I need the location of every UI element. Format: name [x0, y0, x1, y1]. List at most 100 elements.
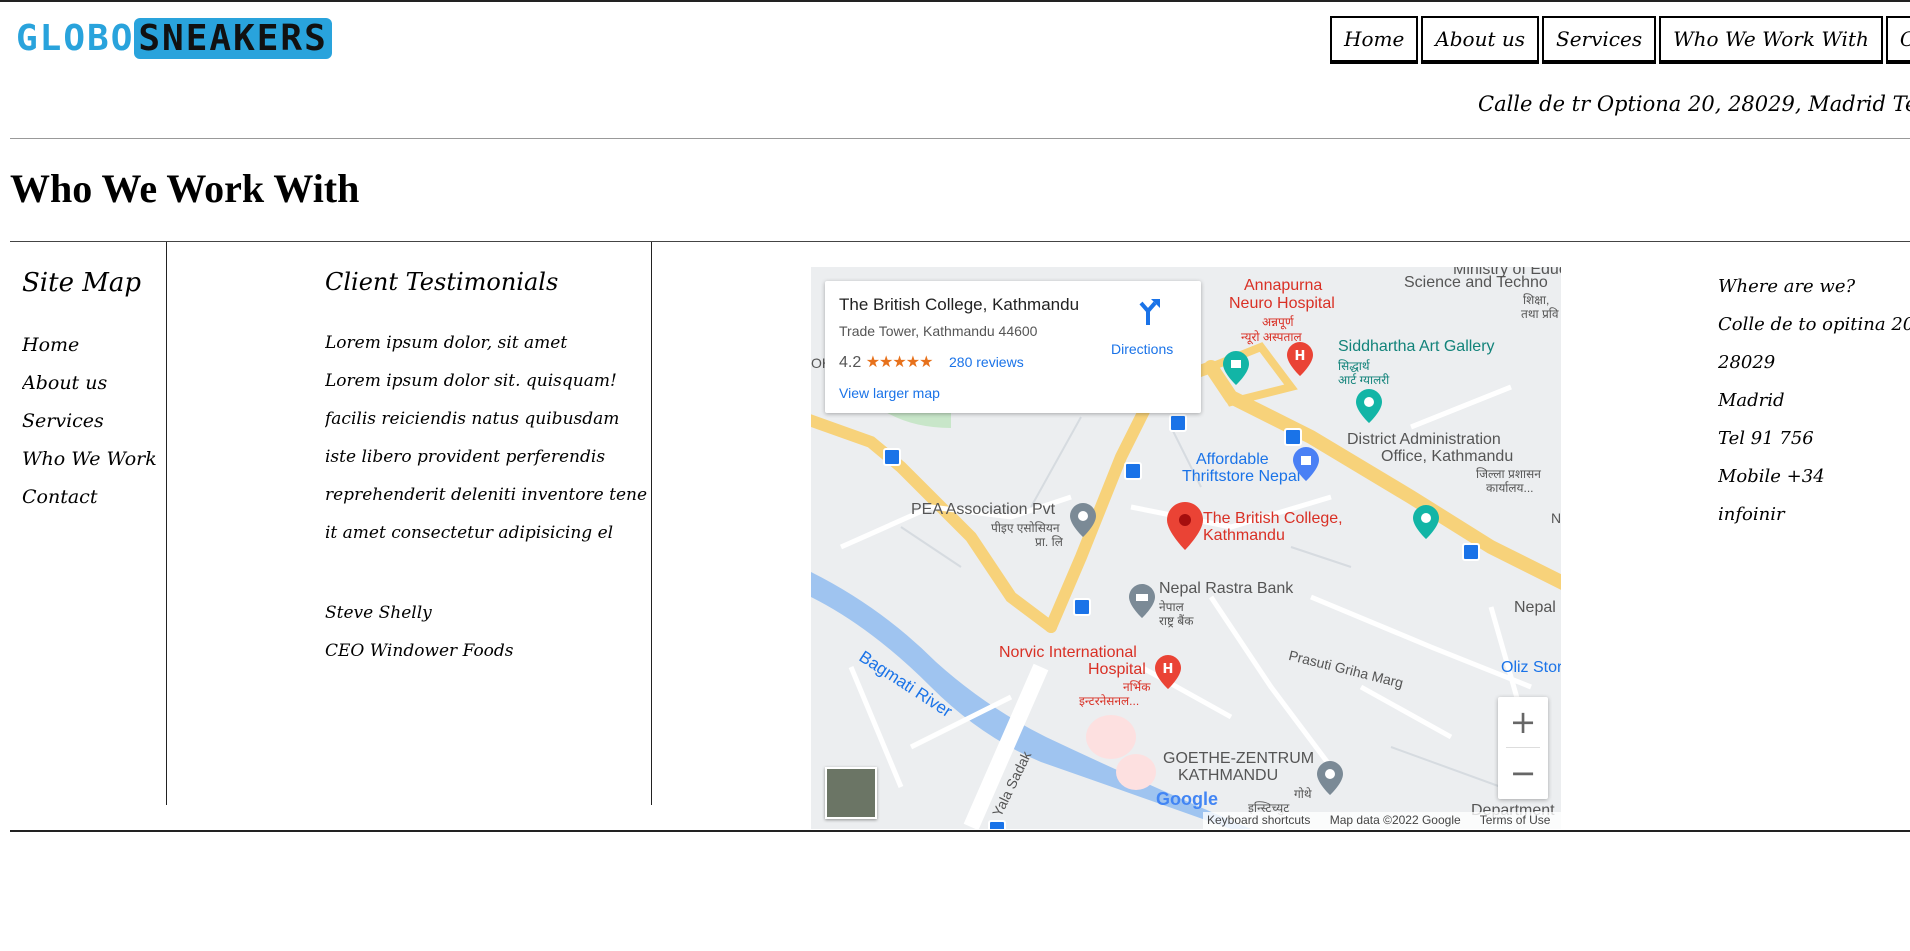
place-address: Trade Tower, Kathmandu 44600	[839, 323, 1038, 339]
map-label-district2: Office, Kathmandu	[1381, 448, 1514, 465]
testimonial-line: iste libero provident perferendis	[325, 447, 606, 467]
nav-about-us[interactable]: About us	[1421, 16, 1540, 64]
zoom-in-button[interactable]: +	[1498, 697, 1548, 747]
footer-divider	[10, 830, 1910, 832]
reviews-link[interactable]: 280 reviews	[949, 354, 1024, 370]
nav-home[interactable]: Home	[1330, 16, 1419, 64]
map-data-text: Map data ©2022 Google	[1329, 813, 1461, 827]
map-label-nrb: Nepal Rastra Bank	[1159, 580, 1294, 597]
main-nav: Home About us Services Who We Work With …	[1327, 16, 1910, 64]
map-label-norvic1: Norvic International	[999, 644, 1137, 661]
top-border	[0, 0, 1910, 2]
zoom-out-button[interactable]: −	[1498, 748, 1548, 798]
bus-stop-icon[interactable]	[1462, 543, 1480, 561]
bank-marker-icon[interactable]	[1129, 584, 1155, 618]
map-label-siddhartha: Siddhartha Art Gallery	[1338, 338, 1495, 355]
place-marker-icon[interactable]	[1070, 503, 1096, 537]
map-label-n: N	[1551, 510, 1561, 526]
svg-text:H: H	[1163, 662, 1174, 677]
directions-link[interactable]: Directions	[1111, 341, 1173, 357]
bus-stop-icon[interactable]	[1284, 428, 1302, 446]
map-zoom-control: + −	[1498, 697, 1548, 799]
site-map-link-home[interactable]: Home	[22, 326, 162, 364]
logo-part-sneakers: SNEAKERS	[134, 17, 332, 59]
site-map-link-services[interactable]: Services	[22, 402, 162, 440]
directions-icon[interactable]	[1133, 297, 1163, 327]
place-rating: 4.2 ★★★★★	[839, 352, 934, 372]
testimonials-heading: Client Testimonials	[325, 268, 559, 296]
map-label-pea-np2: प्रा. लि	[1035, 535, 1063, 549]
map-label-neuro-hospital: Neuro Hospital	[1229, 295, 1335, 312]
nav-services[interactable]: Services	[1542, 16, 1657, 64]
testimonial-line: it amet consectetur adipisicing el	[325, 523, 614, 543]
map-attribution: Keyboard shortcuts Map data ©2022 Google…	[1203, 812, 1561, 829]
bus-stop-icon[interactable]	[1169, 414, 1187, 432]
hospital-marker-icon[interactable]: H	[1287, 342, 1313, 376]
client-testimonials: Client Testimonials Lorem ipsum dolor, s…	[325, 268, 650, 670]
testimonial-author: Steve Shelly	[325, 603, 432, 623]
site-map-heading: Site Map	[22, 268, 141, 298]
where-line: infoinir	[1718, 504, 1785, 525]
map-label-nepal: Nepal	[1514, 599, 1556, 616]
site-map-link-about[interactable]: About us	[22, 364, 162, 402]
where-line: Colle de to opitina 20,	[1718, 314, 1910, 335]
where-heading: Where are we?	[1718, 276, 1856, 297]
map-label-goethe1: GOETHE-ZENTRUM	[1163, 750, 1315, 767]
logo-part-globo: GLOBO	[16, 17, 135, 59]
title-divider	[10, 241, 1910, 242]
testimonial-role: CEO Windower Foods	[325, 641, 514, 661]
map-label-ministry-np2: तथा प्रवि	[1521, 307, 1559, 321]
map-label-oliz: Oliz Stor	[1501, 659, 1561, 676]
bus-stop-icon[interactable]	[1073, 598, 1091, 616]
bus-stop-icon[interactable]	[988, 820, 1006, 829]
keyboard-shortcuts-link[interactable]: Keyboard shortcuts	[1207, 813, 1310, 827]
where-are-we: Where are we? Colle de to opitina 20, 28…	[1718, 268, 1910, 534]
art-gallery-marker-icon[interactable]	[1413, 505, 1439, 539]
place-name: The British College, Kathmandu	[839, 295, 1080, 314]
header-address: Calle de tr Optiona 20, 28029, Madrid Te…	[1478, 92, 1910, 116]
map-label-affordable2: Thriftstore Nepal	[1182, 468, 1301, 485]
museum-marker-icon[interactable]	[1223, 351, 1249, 385]
column-divider-2	[651, 242, 652, 805]
nav-who-we-work-with[interactable]: Who We Work With	[1659, 16, 1883, 64]
map-label-ministry2: Science and Techno	[1404, 274, 1548, 291]
logo[interactable]: GLOBO SNEAKERS	[16, 17, 332, 59]
map-label-district-np2: कार्यालय...	[1486, 481, 1534, 495]
google-logo: Google	[1156, 789, 1218, 809]
testimonial-line: Lorem ipsum dolor sit. quisquam!	[325, 371, 617, 391]
testimonial-line: Lorem ipsum dolor, sit amet	[325, 333, 568, 353]
map-label-nrb-np2: राष्ट्र बैंक	[1159, 614, 1194, 628]
nav-contact[interactable]: Contact	[1885, 16, 1910, 64]
map-label-norvic-np2: इन्टरनेसनल...	[1079, 694, 1140, 708]
bus-stop-icon[interactable]	[1124, 462, 1142, 480]
map-label-district1: District Administration	[1347, 431, 1501, 448]
site-map-link-who-we-work[interactable]: Who We Work	[22, 440, 162, 478]
art-gallery-marker-icon[interactable]	[1356, 389, 1382, 423]
site-map-link-contact[interactable]: Contact	[22, 478, 162, 516]
embedded-map[interactable]: OH Annapurna Neuro Hospital अन्नपूर्ण न्…	[811, 267, 1561, 829]
svg-text:H: H	[1295, 349, 1306, 364]
map-label-siddhartha-np2: आर्ट ग्यालरी	[1338, 373, 1390, 387]
where-line: Mobile +34	[1718, 466, 1825, 487]
map-label-goethe2: KATHMANDU	[1178, 767, 1279, 784]
terms-of-use-link[interactable]: Terms of Use	[1480, 813, 1551, 827]
map-label-pea: PEA Association Pvt	[911, 501, 1056, 518]
place-marker-icon[interactable]	[1317, 761, 1343, 795]
view-larger-map-link[interactable]: View larger map	[839, 385, 940, 401]
map-label-goethe-np1: गोथे	[1294, 787, 1312, 801]
where-line: Madrid	[1718, 390, 1785, 411]
page-title: Who We Work With	[10, 166, 360, 211]
map-label-affordable1: Affordable	[1196, 451, 1269, 468]
bus-stop-icon[interactable]	[883, 448, 901, 466]
hospital-marker-icon[interactable]: H	[1155, 655, 1181, 689]
map-label-british1: The British College,	[1203, 510, 1343, 527]
shopping-marker-icon[interactable]	[1293, 447, 1319, 481]
where-line: Tel 91 756	[1718, 428, 1814, 449]
testimonial-line: reprehenderit deleniti inventore tene	[325, 485, 648, 505]
map-label-british2: Kathmandu	[1203, 527, 1285, 544]
map-pin-icon[interactable]	[1167, 502, 1203, 550]
where-line: 28029	[1718, 352, 1776, 373]
rating-stars-icon: ★★★★★	[865, 354, 934, 371]
satellite-toggle-button[interactable]	[825, 767, 877, 819]
header-divider	[10, 138, 1910, 139]
